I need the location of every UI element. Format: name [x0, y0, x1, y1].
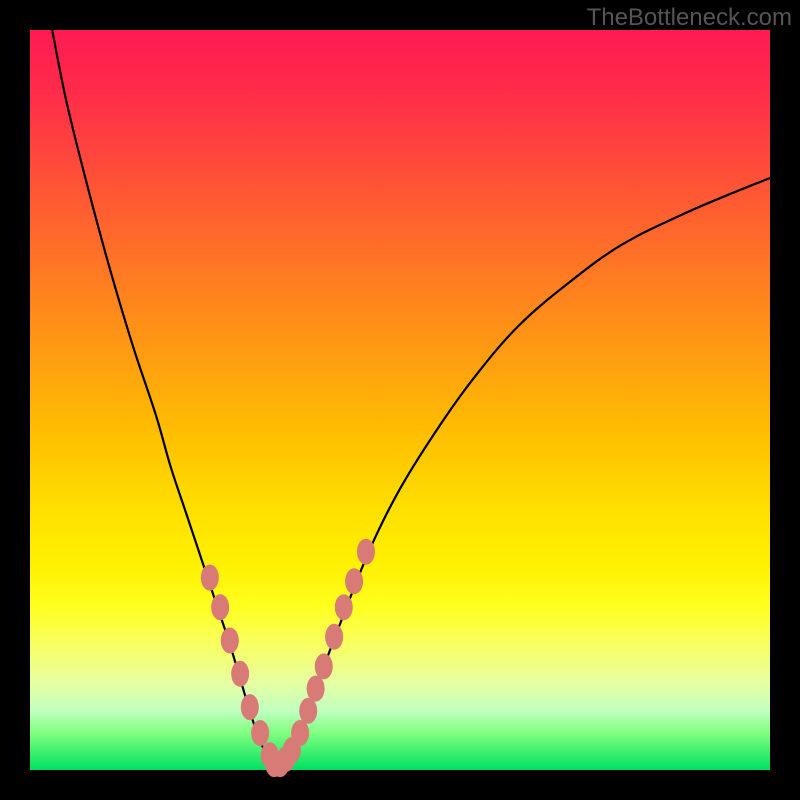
- curve-left: [52, 30, 274, 766]
- data-marker: [315, 653, 333, 679]
- data-marker: [345, 568, 363, 594]
- curve-right: [274, 178, 770, 766]
- data-marker: [251, 720, 269, 746]
- watermark-text: TheBottleneck.com: [587, 4, 792, 32]
- data-marker: [201, 565, 219, 591]
- data-marker: [291, 720, 309, 746]
- data-marker: [231, 661, 249, 687]
- data-marker: [307, 676, 325, 702]
- data-marker: [335, 594, 353, 620]
- data-marker: [211, 594, 229, 620]
- markers-right-group: [271, 539, 375, 777]
- data-marker: [325, 624, 343, 650]
- data-marker: [241, 694, 259, 720]
- data-marker: [357, 539, 375, 565]
- chart-svg: [30, 30, 770, 770]
- chart-frame: TheBottleneck.com: [0, 0, 800, 800]
- data-marker: [221, 628, 239, 654]
- data-marker: [299, 698, 317, 724]
